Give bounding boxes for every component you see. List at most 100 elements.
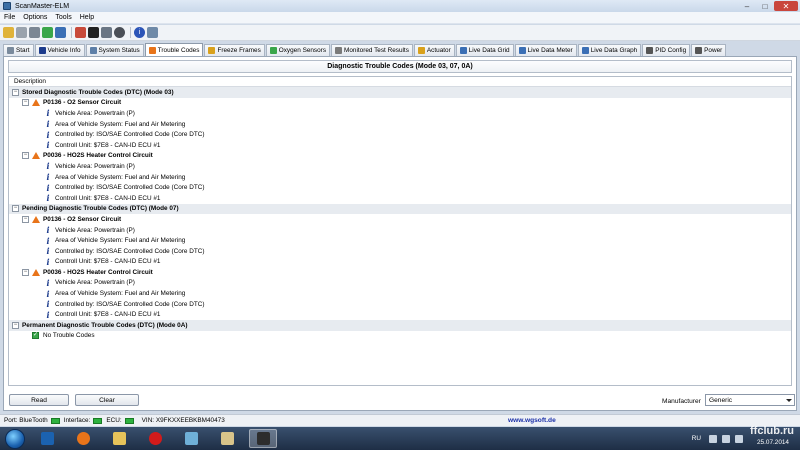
dtc-detail-text: Vehicle Area: Powertrain (P) (55, 279, 135, 287)
flag-icon[interactable] (75, 27, 86, 38)
tab-power[interactable]: Power (691, 44, 727, 56)
tree-dtc-row[interactable]: − P0036 - HO2S Heater Control Circuit (9, 267, 791, 278)
taskbar-explorer[interactable] (33, 429, 61, 448)
tab-label: Trouble Codes (157, 46, 200, 54)
collapse-icon[interactable]: − (12, 205, 19, 213)
tree-detail-row[interactable]: i Controlled by: ISO/SAE Controlled Code … (9, 299, 791, 310)
tree-detail-row[interactable]: i Area of Vehicle System: Fuel and Air Me… (9, 288, 791, 299)
warning-icon (32, 215, 40, 223)
taskbar-photos[interactable] (177, 429, 205, 448)
explorer-icon (40, 432, 54, 445)
interface-led-icon (93, 417, 103, 424)
dtc-code-label: P0036 - HO2S Heater Control Circuit (43, 152, 153, 160)
tab-system-status[interactable]: System Status (85, 44, 144, 56)
tray-arrow-icon[interactable] (709, 434, 717, 443)
language-indicator[interactable]: RU (692, 435, 701, 442)
website-link[interactable]: www.wgsoft.de (508, 417, 556, 424)
taskbar-folder[interactable] (105, 429, 133, 448)
tree-detail-row[interactable]: i Controll Unit: $7E8 - CAN-ID ECU #1 (9, 257, 791, 268)
tree-group-row[interactable]: − Pending Diagnostic Trouble Codes (DTC) … (9, 203, 791, 215)
tab-actuator[interactable]: Actuator (413, 44, 455, 56)
tree-detail-row[interactable]: i Area of Vehicle System: Fuel and Air Me… (9, 235, 791, 246)
port-label: Port: (4, 417, 18, 424)
tree-dtc-row[interactable]: − P0136 - O2 Sensor Circuit (9, 98, 791, 109)
tab-trouble-codes[interactable]: Trouble Codes (144, 43, 204, 56)
collapse-icon[interactable]: − (22, 152, 29, 160)
tree-dtc-row[interactable]: − P0036 - HO2S Heater Control Circuit (9, 151, 791, 162)
minimize-button[interactable]: – (738, 1, 756, 11)
connect-icon[interactable] (3, 27, 14, 38)
run-icon[interactable] (42, 27, 53, 38)
tree-detail-row[interactable]: i Controll Unit: $7E8 - CAN-ID ECU #1 (9, 193, 791, 204)
chip-icon (256, 432, 270, 445)
info-icon: i (46, 161, 50, 172)
tab-freeze-frames[interactable]: Freeze Frames (204, 44, 265, 56)
clear-button[interactable]: Clear (75, 394, 139, 406)
tree-detail-row[interactable]: i Controlled by: ISO/SAE Controlled Code … (9, 182, 791, 193)
tree-detail-row[interactable]: i Controll Unit: $7E8 - CAN-ID ECU #1 (9, 309, 791, 320)
tree-detail-row[interactable]: i Area of Vehicle System: Fuel and Air Me… (9, 172, 791, 183)
power-icon (695, 47, 703, 54)
tab-start[interactable]: Start (3, 44, 34, 56)
tab-label: Start (16, 47, 30, 54)
tree-group-row[interactable]: − Stored Diagnostic Trouble Codes (DTC) (… (9, 87, 791, 98)
tab-live-data-grid[interactable]: Live Data Grid (455, 44, 514, 56)
record-icon[interactable] (55, 27, 66, 38)
tree-detail-row[interactable]: i Controlled by: ISO/SAE Controlled Code … (9, 129, 791, 140)
tab-label: Actuator (426, 47, 451, 54)
start-button[interactable] (5, 428, 25, 449)
tree-detail-row[interactable]: i Controlled by: ISO/SAE Controlled Code … (9, 246, 791, 257)
app-icon (3, 2, 11, 10)
read-button[interactable]: Read (9, 394, 69, 406)
column-header-description[interactable]: Description (9, 77, 791, 87)
collapse-icon[interactable]: − (12, 88, 19, 96)
chevron-down-icon[interactable] (786, 399, 792, 402)
globe-icon[interactable] (114, 27, 125, 38)
menu-help[interactable]: Help (76, 14, 98, 21)
ecu-led-icon (124, 417, 134, 424)
tree-detail-row[interactable]: i Vehicle Area: Powertrain (P) (9, 278, 791, 289)
network-icon[interactable] (722, 434, 730, 443)
close-button[interactable]: ✕ (774, 1, 798, 11)
taskbar-media-player[interactable] (69, 429, 97, 448)
disconnect-icon[interactable] (16, 27, 27, 38)
collapse-icon[interactable]: − (22, 215, 29, 223)
tree-detail-row[interactable]: i Area of Vehicle System: Fuel and Air Me… (9, 119, 791, 130)
tree-dtc-row[interactable]: − P0136 - O2 Sensor Circuit (9, 214, 791, 225)
taskbar-opera[interactable] (141, 429, 169, 448)
settings-icon[interactable] (29, 27, 40, 38)
collapse-icon[interactable]: − (22, 99, 29, 107)
tab-pid-config[interactable]: PID Config (642, 44, 691, 56)
menu-options[interactable]: Options (19, 14, 51, 21)
tree-detail-row[interactable]: i Vehicle Area: Powertrain (P) (9, 108, 791, 119)
info-icon[interactable]: i (134, 27, 145, 38)
collapse-icon[interactable]: − (22, 268, 29, 276)
terminal-icon[interactable] (88, 27, 99, 38)
about-icon[interactable] (147, 27, 158, 38)
manufacturer-select[interactable]: Generic (705, 394, 795, 406)
log-icon[interactable] (101, 27, 112, 38)
collapse-icon[interactable]: − (12, 321, 19, 329)
dtc-detail-text: Area of Vehicle System: Fuel and Air Met… (55, 290, 186, 298)
status-ecu: ECU: (106, 417, 134, 424)
tab-vehicle-info[interactable]: Vehicle Info (34, 44, 85, 56)
volume-icon[interactable] (735, 434, 743, 443)
tree-no-codes-row[interactable]: ✓ No Trouble Codes (9, 331, 791, 342)
tab-oxygen-sensors[interactable]: Oxygen Sensors (265, 44, 331, 56)
taskbar-scanmaster[interactable] (249, 429, 277, 448)
info-icon: i (46, 129, 50, 140)
taskbar-notes[interactable] (213, 429, 241, 448)
maximize-button[interactable]: □ (756, 1, 774, 11)
tree-detail-row[interactable]: i Vehicle Area: Powertrain (P) (9, 225, 791, 236)
tree-detail-row[interactable]: i Controll Unit: $7E8 - CAN-ID ECU #1 (9, 140, 791, 151)
info-icon (38, 47, 46, 54)
tab-live-data-meter[interactable]: Live Data Meter (514, 44, 577, 56)
tree-group-label: Permanent Diagnostic Trouble Codes (DTC)… (22, 321, 188, 329)
tree-detail-row[interactable]: i Vehicle Area: Powertrain (P) (9, 161, 791, 172)
dtc-tree[interactable]: Description − Stored Diagnostic Trouble C… (8, 76, 792, 386)
menu-tools[interactable]: Tools (51, 14, 75, 21)
menu-file[interactable]: File (0, 14, 19, 21)
tab-live-data-graph[interactable]: Live Data Graph (577, 44, 642, 56)
tab-monitored-test-results[interactable]: Monitored Test Results (331, 44, 413, 56)
tree-group-row[interactable]: − Permanent Diagnostic Trouble Codes (DTC… (9, 320, 791, 331)
